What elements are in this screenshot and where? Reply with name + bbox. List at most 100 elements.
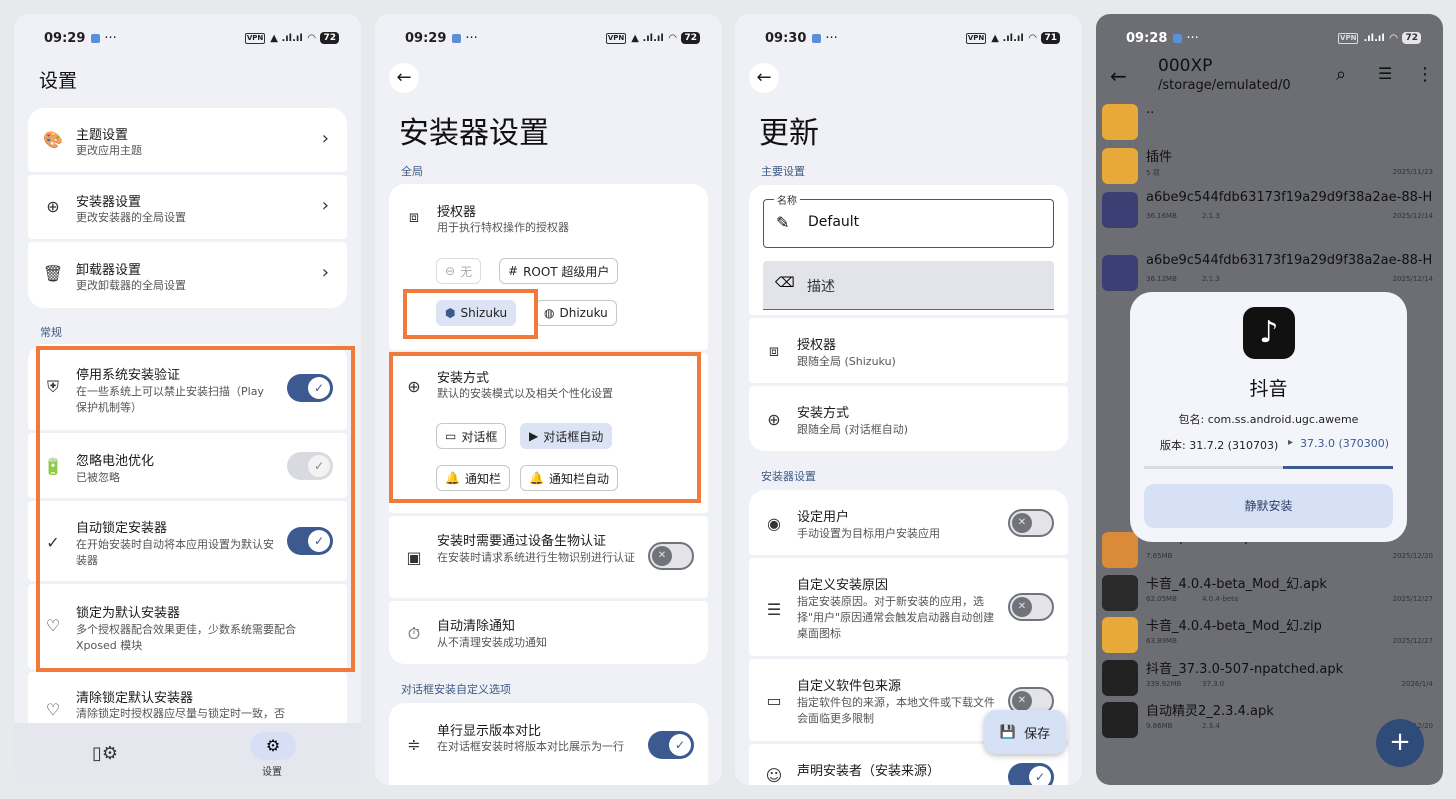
settings-nav-icon[interactable]: ⚙	[250, 732, 296, 760]
status-time: 09:29	[405, 30, 447, 46]
app-list-icon[interactable]: ▯⚙	[92, 743, 118, 764]
auto-clear-item[interactable]: ⏱ 自动清除通知 从不清理安装成功通知	[389, 601, 708, 664]
file-date: 2026/1/4	[1401, 680, 1433, 688]
file-ver: 37.3.0	[1202, 680, 1225, 688]
file-item[interactable]: 卡音_4.0.4-beta_Mod_幻.apk 62.05MB 4.0.4-beta…	[1102, 571, 1433, 613]
file-icon	[1102, 192, 1138, 228]
name-field[interactable]: 名称 ✎ Default	[763, 192, 1054, 248]
item-subtitle: 更改应用主题	[76, 144, 142, 157]
list-view-icon[interactable]: ☰	[1378, 64, 1392, 83]
save-fab[interactable]: 💾 保存	[984, 710, 1066, 754]
single-line-toggle[interactable]	[648, 731, 694, 759]
play-window-icon: ▶	[529, 429, 539, 443]
theme-settings-item[interactable]: 🎨 主题设置 更改应用主题 ›	[28, 108, 347, 172]
settings-nav-card: 🎨 主题设置 更改应用主题 › ⊕ 安装器设置 更改安装器的全局设置 › 🗑 卸…	[28, 108, 347, 308]
file-item[interactable]: 插件 5 项 2025/11/23	[1102, 144, 1433, 186]
custom-reason-item[interactable]: ☰ 自定义安装原因 指定安装原因。对于新安装的应用，选择"用户"原因通常会触发启…	[749, 558, 1068, 656]
file-item[interactable]: a6be9c544fdb63173f19a29d9f38a2ae-88-HKP.…	[1102, 188, 1433, 230]
back-button[interactable]: ←	[389, 63, 419, 93]
file-ver: 4.0.4-beta	[1202, 595, 1239, 603]
declare-installer-toggle[interactable]	[1008, 763, 1054, 785]
single-line-item[interactable]: ≑ 单行显示版本对比 在对话框安装时将版本对比展示为一行	[389, 703, 708, 785]
download-circle-icon: ⊕	[46, 196, 60, 216]
file-item[interactable]: 抖音_37.3.0-507-npatched.apk 339.92MB 37.3.0…	[1102, 656, 1433, 698]
item-subtitle: 在开始安装时自动将本应用设置为默认安装器	[76, 538, 274, 567]
status-time: 09:28	[1126, 30, 1168, 46]
account-circle-icon: ◉	[767, 513, 781, 533]
name-value: Default	[808, 214, 860, 230]
chevron-right-icon: ›	[321, 128, 329, 149]
add-fab[interactable]: +	[1376, 719, 1424, 767]
set-user-toggle[interactable]	[1008, 509, 1054, 537]
biometric-toggle[interactable]	[648, 542, 694, 570]
file-item[interactable]: a6be9c544fdb63173f19a29d9f38a2ae-88-HKP …	[1102, 251, 1433, 293]
file-item[interactable]: ..	[1102, 100, 1433, 142]
chip-dialog[interactable]: ▭ 对话框	[436, 423, 507, 449]
file-name: 自动精灵2_2.3.4.apk	[1146, 704, 1274, 719]
item-title: 自动锁定安装器	[76, 521, 168, 536]
section-installer: 安装器设置	[761, 470, 816, 483]
file-date: 2025/12/14	[1392, 212, 1433, 220]
item-subtitle: 已被忽略	[76, 471, 120, 484]
shizuku-icon: ⬢	[445, 306, 456, 320]
lock-default-item[interactable]: ♡ 锁定为默认安装器 多个授权器配合效果更佳，少数系统需要配合 Xposed 模…	[28, 584, 347, 669]
chip-root[interactable]: # ROOT 超级用户	[499, 258, 619, 284]
auto-lock-toggle[interactable]	[287, 527, 333, 555]
custom-reason-toggle[interactable]	[1008, 593, 1054, 621]
silent-install-button[interactable]: 静默安装	[1144, 484, 1393, 528]
douyin-app-icon: ♪	[1243, 307, 1295, 359]
file-item[interactable]: 卡音_4.0.4-beta_Mod_幻.zip 63.89MB 2025/12/27	[1102, 613, 1433, 655]
dhizuku-icon: ◍	[544, 306, 555, 320]
item-title: 自动清除通知	[437, 619, 516, 634]
chip-notification[interactable]: 🔔 通知栏	[436, 465, 510, 491]
back-button[interactable]: ←	[749, 63, 779, 93]
disable-install-verify-toggle[interactable]	[287, 374, 333, 402]
install-mode-item[interactable]: ⊕ 安装方式 跟随全局 (对话框自动)	[749, 386, 1068, 451]
item-subtitle: 更改卸载器的全局设置	[76, 279, 186, 292]
page-title: 更新	[759, 116, 819, 151]
compress-icon: ≑	[407, 734, 421, 754]
more-vert-icon[interactable]: ⋮	[1416, 64, 1434, 85]
search-icon[interactable]: ⌕	[1336, 64, 1346, 85]
ignore-battery-item[interactable]: 🔋 忽略电池优化 已被忽略	[28, 433, 347, 498]
item-subtitle: 用于执行特权操作的授权器	[437, 221, 569, 234]
chip-shizuku[interactable]: ⬢ Shizuku	[436, 300, 517, 326]
section-general: 常规	[40, 326, 62, 339]
description-field[interactable]: ⌫ 描述	[763, 261, 1054, 310]
folder-icon: ▭	[766, 690, 782, 710]
file-size: 36.16MB	[1146, 212, 1177, 220]
name-label: 名称	[774, 192, 800, 207]
biometric-item[interactable]: ▣ 安装时需要通过设备生物认证 在安装时请求系统进行生物识别进行认证	[389, 516, 708, 598]
save-icon: 💾	[999, 724, 1017, 740]
file-name: ..	[1146, 102, 1155, 117]
file-size: 5 项	[1146, 169, 1160, 177]
item-subtitle: 指定安装原因。对于新安装的应用，选择"用户"原因通常会触发启动器自动创建桌面图标	[797, 595, 995, 640]
battery: 72	[320, 32, 339, 44]
chip-icon: ⧈	[408, 207, 420, 226]
heart-outline-icon: ♡	[45, 699, 61, 719]
item-title: 声明安装者（安装来源）	[797, 764, 941, 779]
authorizer-item[interactable]: ⧈ 授权器 跟随全局 (Shizuku)	[749, 318, 1068, 383]
file-icon	[1102, 575, 1138, 611]
file-icon	[1102, 617, 1138, 653]
chip-dhizuku[interactable]: ◍ Dhizuku	[535, 300, 617, 326]
disable-install-verify-item[interactable]: ⛨ 停用系统安装验证 在一些系统上可以禁止安装扫描（Play 保护机制等）	[28, 344, 347, 430]
auto-lock-item[interactable]: ✓ 自动锁定安装器 在开始安装时自动将本应用设置为默认安装器	[28, 501, 347, 581]
ignore-battery-toggle[interactable]	[287, 452, 333, 480]
item-title: 卸载器设置	[76, 263, 142, 278]
chip-none[interactable]: ⊖ 无	[436, 258, 482, 284]
item-title: 单行显示版本对比	[437, 724, 542, 739]
item-title: 停用系统安装验证	[76, 368, 181, 383]
settings-nav-label: 设置	[262, 767, 282, 778]
chip-icon: ⧈	[768, 341, 780, 360]
chip-dialog-auto[interactable]: ▶ 对话框自动	[520, 423, 613, 449]
chip-notification-auto[interactable]: 🔔 通知栏自动	[520, 465, 618, 491]
set-user-item[interactable]: ◉ 设定用户 手动设置为目标用户安装应用	[749, 490, 1068, 555]
section-main: 主要设置	[761, 165, 805, 178]
uninstaller-settings-item[interactable]: 🗑 卸载器设置 更改卸载器的全局设置 ›	[28, 242, 347, 308]
current-path[interactable]: /storage/emulated/0	[1158, 78, 1291, 93]
download-circle-icon: ⊕	[767, 409, 781, 429]
installer-settings-item[interactable]: ⊕ 安装器设置 更改安装器的全局设置 ›	[28, 175, 347, 239]
back-arrow-icon[interactable]: ←	[1110, 64, 1127, 88]
item-title: 主题设置	[76, 128, 129, 143]
